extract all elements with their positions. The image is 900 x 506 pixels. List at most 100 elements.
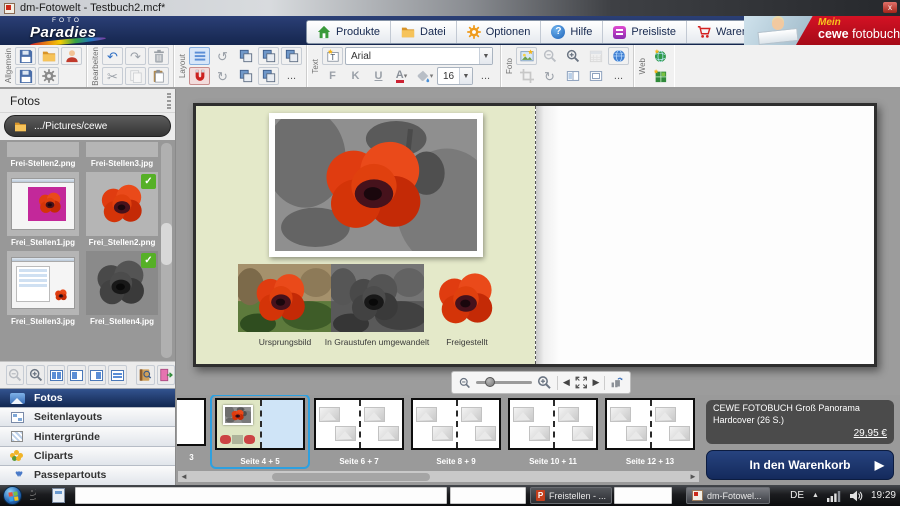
spread-12-13[interactable]: Seite 12 + 13	[605, 398, 695, 466]
calendar-button[interactable]	[585, 47, 606, 65]
photo-thumb[interactable]: Frei_Stellen1.jpg	[7, 172, 79, 251]
next-page-button[interactable]: ▶	[592, 377, 599, 388]
tray-expand-icon[interactable]: ▲	[812, 492, 819, 499]
menu-datei[interactable]: Datei	[391, 21, 457, 43]
menu-hilfe[interactable]: ? Hilfe	[541, 21, 603, 43]
taskbar-window-button[interactable]	[614, 487, 672, 504]
view-mode-3-button[interactable]	[88, 365, 106, 385]
spread-8-9[interactable]: Seite 8 + 9	[411, 398, 501, 466]
account-button[interactable]	[61, 47, 82, 65]
zoom-in-icon[interactable]	[537, 375, 552, 390]
menu-produkte[interactable]: Produkte	[307, 21, 391, 43]
save-as-button[interactable]	[15, 67, 36, 85]
add-to-cart-button[interactable]: In den Warenkorb ▶	[706, 450, 894, 480]
paste-button[interactable]	[148, 67, 169, 85]
panel-splitter[interactable]	[167, 93, 171, 109]
language-indicator[interactable]: DE	[790, 490, 804, 501]
spread-4-5[interactable]: Seite 4 + 5	[210, 395, 310, 469]
photo-grayscale[interactable]	[331, 264, 424, 332]
snap-magnet-button[interactable]	[189, 67, 210, 85]
pinned-app-icon[interactable]	[52, 488, 65, 503]
clock[interactable]: 19:29	[871, 490, 896, 501]
italic-button[interactable]: K	[345, 67, 366, 85]
zoom-slider[interactable]	[476, 381, 533, 384]
view-mode-1-button[interactable]	[47, 365, 65, 385]
title-bar[interactable]: dm-Fotowelt - Testbuch2.mcf* x	[0, 0, 900, 16]
cut-button[interactable]: ✂	[102, 67, 123, 85]
sort-pages-icon[interactable]	[610, 376, 623, 389]
photo-zoom-out-button[interactable]	[539, 47, 560, 65]
taskbar-freistellen-button[interactable]: P Freistellen - ...	[530, 487, 612, 504]
open-button[interactable]	[38, 47, 59, 65]
caption-text[interactable]: Freigestellt	[402, 337, 532, 347]
add-photo-button[interactable]	[516, 47, 537, 65]
font-color-button[interactable]: A▾	[391, 67, 412, 85]
scroll-left-icon[interactable]: ◄	[178, 472, 190, 481]
web-grid-button[interactable]	[649, 67, 670, 85]
photo-thumb[interactable]: Frei_Stellen3.jpg	[7, 251, 79, 330]
sidebar-item-cliparts[interactable]: Cliparts	[0, 447, 175, 466]
undo-button[interactable]: ↶	[102, 47, 123, 65]
main-photo[interactable]	[269, 113, 483, 257]
copy-button[interactable]	[125, 67, 146, 85]
filmstrip-scrollbar[interactable]: ◄ ►	[177, 470, 700, 483]
layer-order-button[interactable]	[281, 47, 302, 65]
book-spread[interactable]: Ursprungsbild In Graustufen umgewandelt …	[193, 103, 877, 367]
rotate-right-button[interactable]: ↻	[212, 67, 233, 85]
layout-more-button[interactable]: ...	[281, 67, 302, 85]
thumb-zoom-in-button[interactable]	[26, 365, 44, 385]
remove-layer-button[interactable]	[258, 67, 279, 85]
export-button[interactable]	[157, 365, 175, 385]
crop-button[interactable]	[516, 67, 537, 85]
bring-front-button[interactable]	[258, 47, 279, 65]
layer-down-button[interactable]	[235, 67, 256, 85]
redo-button[interactable]: ↷	[125, 47, 146, 65]
frame-button[interactable]	[585, 67, 606, 85]
bold-button[interactable]: F	[322, 67, 343, 85]
fill-color-button[interactable]: ▾	[414, 67, 435, 85]
thumb-zoom-out-button[interactable]	[6, 365, 24, 385]
web-globe-button[interactable]	[649, 47, 670, 65]
sidebar-item-seitenlayouts[interactable]: Seitenlayouts	[0, 408, 175, 427]
taskbar-window-button[interactable]	[75, 487, 447, 504]
view-mode-4-button[interactable]	[108, 365, 126, 385]
taskbar-dmfotowelt-button[interactable]: dm-Fotowel...	[686, 487, 770, 504]
align-button[interactable]	[189, 47, 210, 65]
spread-partial[interactable]: 3	[177, 398, 206, 462]
folder-path-bar[interactable]: .../Pictures/cewe	[4, 115, 171, 137]
photo-zoom-in-button[interactable]	[562, 47, 583, 65]
prev-page-button[interactable]: ◀	[563, 377, 570, 388]
scrollbar-thumb[interactable]	[272, 473, 430, 481]
foto-more-button[interactable]: ...	[608, 67, 629, 85]
zoom-out-icon[interactable]	[459, 377, 471, 389]
underline-button[interactable]: U	[368, 67, 389, 85]
photo-rotate-button[interactable]: ↻	[539, 67, 560, 85]
network-icon[interactable]	[827, 490, 841, 502]
taskbar-window-button[interactable]	[450, 487, 526, 504]
photo-thumb[interactable]: Frei-Stellen2.png	[7, 142, 79, 172]
delete-button[interactable]	[148, 47, 169, 65]
sidebar-item-hintergruende[interactable]: Hintergründe	[0, 427, 175, 446]
font-family-select[interactable]: Arial ▼	[345, 47, 493, 65]
settings-button[interactable]	[38, 67, 59, 85]
view-mode-2-button[interactable]	[67, 365, 85, 385]
zoom-slider-handle[interactable]	[485, 377, 495, 387]
scrollbar-thumb[interactable]	[161, 223, 172, 265]
menu-preisliste[interactable]: Preisliste	[603, 21, 687, 43]
spread-10-11[interactable]: Seite 10 + 11	[508, 398, 598, 466]
sidebar-item-passepartouts[interactable]: ♥♥ Passepartouts	[0, 466, 175, 485]
fit-view-icon[interactable]	[575, 376, 588, 389]
add-text-button[interactable]	[322, 47, 343, 65]
save-button[interactable]	[15, 47, 36, 65]
text-more-button[interactable]: ...	[475, 67, 496, 85]
font-size-select[interactable]: 16 ▼	[437, 67, 473, 85]
photo-thumb[interactable]: ✓ Frei_Stellen4.jpg	[86, 251, 158, 330]
rotate-left-button[interactable]: ↺	[212, 47, 233, 65]
spread-6-7[interactable]: Seite 6 + 7	[314, 398, 404, 466]
speaker-icon[interactable]	[849, 489, 863, 503]
photo-thumb[interactable]: Frei-Stellen3.jpg	[86, 142, 158, 172]
scroll-right-icon[interactable]: ►	[687, 472, 699, 481]
geo-button[interactable]	[608, 47, 629, 65]
close-button[interactable]: x	[883, 2, 897, 13]
start-button[interactable]	[3, 486, 22, 505]
